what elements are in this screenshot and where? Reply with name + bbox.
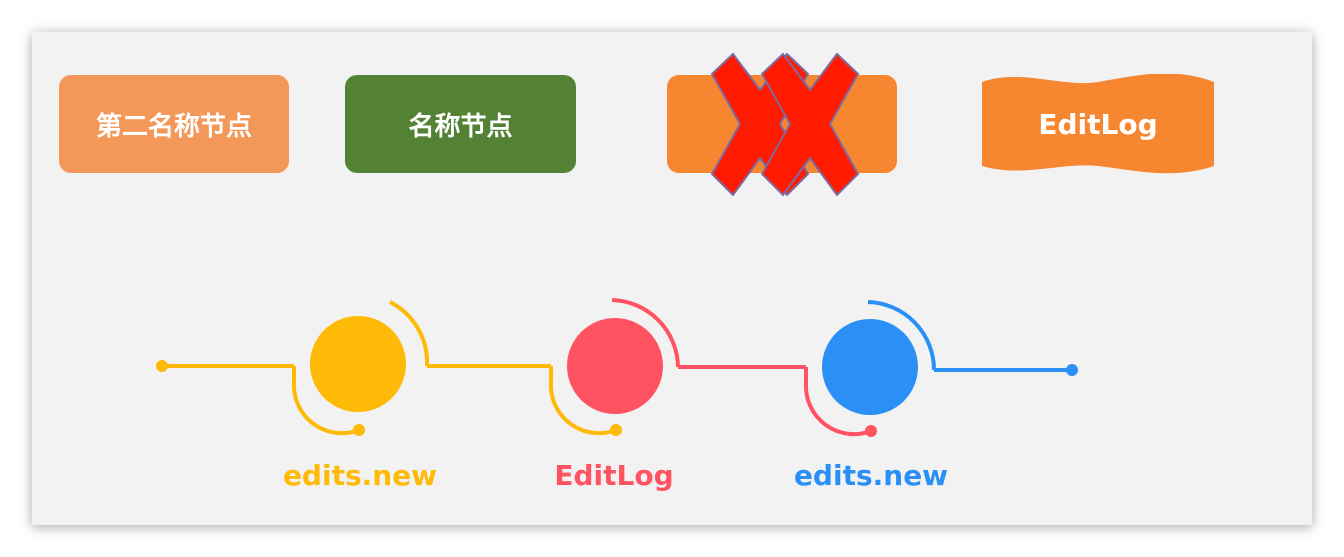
timeline-node-yellow: [156, 300, 551, 436]
timeline-label-2: EditLog: [554, 459, 674, 492]
slide: 第二名称节点 名称节点 EditLog edits.new EditLog ed…: [32, 32, 1312, 525]
timeline-diagram: [156, 298, 1078, 437]
timeline-label-3: edits.new: [793, 459, 949, 492]
timeline-node-red: [548, 298, 806, 436]
timeline-node-blue: [803, 300, 1078, 437]
timeline-label-1: edits.new: [282, 459, 438, 492]
